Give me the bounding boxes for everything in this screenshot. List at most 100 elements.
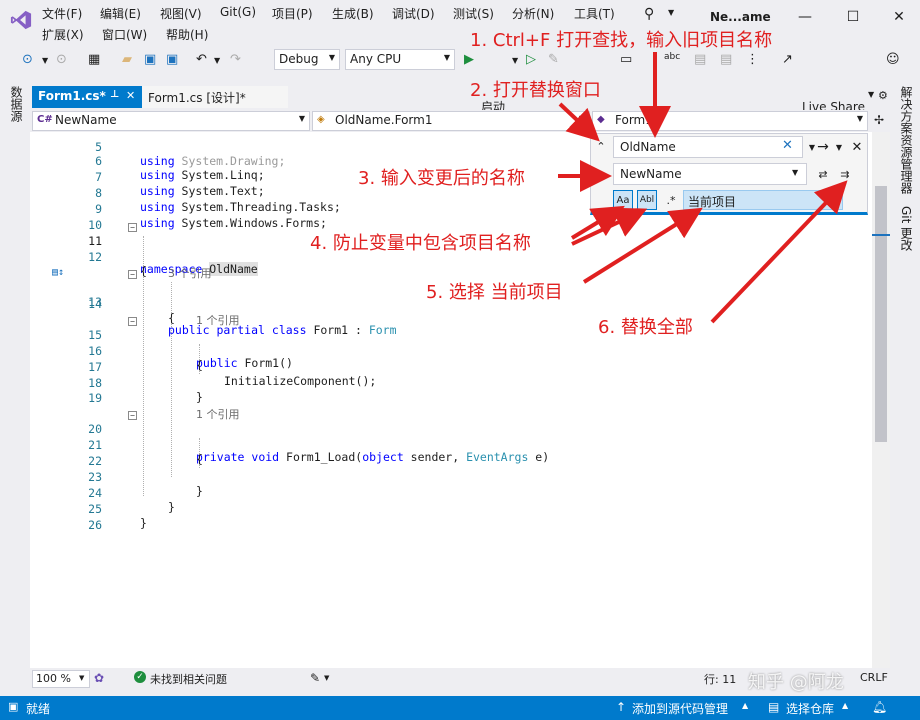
close-icon[interactable]: ✕ [884, 6, 914, 28]
fold-collapse-icon[interactable]: − [128, 411, 137, 420]
spell-check-icon[interactable]: abc [664, 52, 680, 62]
git-changes-tab[interactable]: Git 更改 [898, 206, 915, 251]
save-icon[interactable]: ▣ [144, 52, 156, 67]
match-case-toggle[interactable]: Aa [613, 190, 633, 210]
class-dropdown[interactable]: ◈ OldName.Form1 ▼ [312, 111, 590, 131]
open-folder-icon[interactable]: ▰ [122, 52, 132, 67]
tab-form1-designer[interactable]: Form1.cs [设计]* [142, 86, 288, 108]
hot-reload-icon[interactable]: ✎ [548, 52, 559, 67]
fold-collapse-icon[interactable]: − [128, 223, 137, 232]
line-ending-indicator[interactable]: CRLF [860, 671, 888, 684]
toggle-replace-chevron-icon[interactable]: ⌃ [591, 136, 611, 156]
tab-form1-cs[interactable]: Form1.cs* ⊥ ✕ [32, 86, 142, 108]
maximize-icon[interactable]: ☐ [838, 6, 868, 28]
minimize-icon[interactable]: — [790, 6, 820, 28]
project-dropdown[interactable]: C# NewName ▼ [32, 111, 310, 131]
scrollbar-thumb[interactable] [875, 186, 887, 442]
navigation-bar: C# NewName ▼ ◈ OldName.Form1 ▼ ◆ Form1 ▼… [30, 110, 890, 132]
save-all-icon[interactable]: ▣ [166, 52, 178, 67]
start-dropdown-icon[interactable]: ▼ [512, 56, 518, 65]
menu-test[interactable]: 测试(S) [453, 5, 494, 22]
chevron-down-icon: ▼ [443, 53, 450, 62]
window-title: Ne...ame [710, 10, 771, 24]
menu-edit[interactable]: 编辑(E) [100, 5, 141, 22]
menu-view[interactable]: 视图(V) [160, 5, 202, 22]
close-find-icon[interactable]: ✕ [847, 137, 867, 157]
comment-icon[interactable]: ▤ [720, 52, 732, 67]
repo-icon: ▤ [768, 700, 780, 714]
start-without-debug-icon[interactable]: ▷ [526, 52, 536, 67]
solution-explorer-tab[interactable]: 解决方案资源管理器 [898, 86, 915, 194]
chevron-down-icon[interactable]: ▼ [324, 674, 329, 682]
data-sources-tab[interactable]: 数据源 [8, 86, 25, 122]
search-icon[interactable]: ⚲ [644, 6, 654, 22]
replace-next-icon[interactable]: ⇄ [813, 164, 833, 184]
left-tool-strip: 数据源 [0, 80, 30, 692]
find-input[interactable]: OldName ✕ [613, 136, 803, 158]
menu-build[interactable]: 生成(B) [332, 5, 374, 22]
redo-icon[interactable]: ↷ [230, 52, 241, 67]
browser-link-icon[interactable]: ▭ [620, 52, 632, 67]
chevron-down-icon: ▼ [328, 53, 335, 62]
vertical-scrollbar[interactable] [872, 132, 890, 668]
split-editor-icon[interactable]: ✢ [874, 113, 884, 127]
live-share-icon[interactable]: ↗ [782, 52, 793, 67]
caret-position-marker [872, 234, 890, 236]
menu-debug[interactable]: 调试(D) [392, 5, 435, 22]
feedback-icon[interactable]: ☺ [886, 52, 900, 67]
menu-git[interactable]: Git(G) [220, 5, 256, 19]
menu-extensions[interactable]: 扩展(X) [42, 26, 84, 43]
replace-history-dropdown-icon[interactable]: ▼ [792, 168, 798, 177]
search-dropdown-icon[interactable]: ▼ [668, 8, 674, 17]
close-tab-icon[interactable]: ✕ [126, 89, 135, 102]
menu-bar: 文件(F) 编辑(E) 视图(V) Git(G) 项目(P) 生成(B) 调试(… [0, 0, 920, 44]
line-indicator[interactable]: 行: 11 [704, 671, 736, 687]
method-icon: ◆ [597, 114, 605, 125]
notifications-icon[interactable]: 🔔︎ [872, 700, 887, 714]
status-bar: ▣ 就绪 ↑ 添加到源代码管理 ▲ ▤ 选择仓库 ▲ 🔔︎ [0, 696, 920, 720]
fold-collapse-icon[interactable]: − [128, 317, 137, 326]
intellicode-icon[interactable]: ✿ [94, 671, 104, 685]
menu-analyze[interactable]: 分析(N) [512, 5, 554, 22]
zoom-select[interactable]: 100 % ▼ [32, 670, 90, 688]
find-replace-panel: ⌃ OldName ✕ ▼ → ▼ ✕ NewName ▼ ⇄ ⇉ Aa Abl… [590, 133, 868, 215]
undo-dropdown-icon[interactable]: ▼ [214, 56, 220, 65]
configuration-select[interactable]: Debug ▼ [274, 49, 340, 70]
code-line: 26 [88, 518, 102, 532]
find-options-dropdown-icon[interactable]: ▼ [829, 137, 849, 157]
menu-file[interactable]: 文件(F) [42, 5, 82, 22]
select-repository-button[interactable]: 选择仓库 [786, 700, 834, 717]
match-whole-word-toggle[interactable]: Abl [637, 190, 657, 210]
fold-collapse-icon[interactable]: − [128, 270, 137, 279]
settings-gear-icon[interactable]: ⚙ [878, 89, 888, 102]
forward-icon[interactable]: ⊙ [56, 52, 67, 67]
clear-search-icon[interactable]: ✕ [782, 138, 793, 153]
search-scope-select[interactable]: 当前项目 ▼ [683, 190, 843, 210]
pin-icon[interactable]: ⊥ [110, 89, 119, 100]
status-ready: 就绪 [26, 702, 51, 716]
menu-window[interactable]: 窗口(W) [102, 26, 147, 43]
code-line: 18 } [88, 376, 203, 404]
tab-list-dropdown-icon[interactable]: ▼ [868, 90, 874, 99]
format-icon[interactable]: ▤ [694, 52, 706, 67]
regex-toggle-icon[interactable]: .* [661, 190, 681, 210]
issues-status[interactable]: 未找到相关问题 [150, 671, 227, 687]
back-dropdown-icon[interactable]: ▼ [42, 56, 48, 65]
replace-input[interactable]: NewName ▼ [613, 163, 807, 185]
chevron-down-icon: ▼ [79, 674, 85, 682]
code-cleanup-icon[interactable]: ✎ [310, 671, 320, 685]
new-project-icon[interactable]: ▦ [88, 52, 100, 67]
annotation-step-2: 2. 打开替换窗口 [470, 80, 601, 101]
undo-icon[interactable]: ↶ [196, 52, 207, 67]
menu-project[interactable]: 项目(P) [272, 5, 313, 22]
designer-link-icon[interactable]: ▤↕ [52, 267, 64, 278]
menu-help[interactable]: 帮助(H) [166, 26, 208, 43]
add-to-source-control-button[interactable]: 添加到源代码管理 [632, 700, 728, 717]
back-icon[interactable]: ⊙ [22, 52, 33, 67]
toolbar-options-icon[interactable]: ⋮ [746, 52, 759, 67]
replace-all-icon[interactable]: ⇉ [835, 164, 855, 184]
menu-tools[interactable]: 工具(T) [574, 5, 615, 22]
member-dropdown[interactable]: ◆ Form1 ▼ [592, 111, 868, 131]
start-icon[interactable]: ▶ [464, 52, 474, 67]
platform-select[interactable]: Any CPU ▼ [345, 49, 455, 70]
